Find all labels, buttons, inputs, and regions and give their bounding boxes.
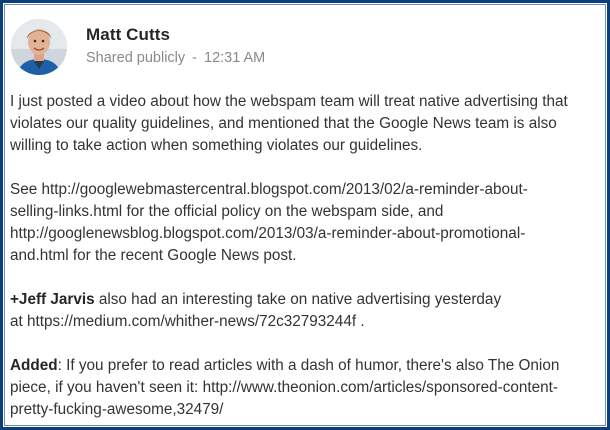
text-fragment: : If you prefer to read articles with a …: [57, 357, 560, 374]
user-mention[interactable]: +Jeff Jarvis: [10, 291, 95, 308]
profile-photo-icon: [11, 19, 67, 75]
paragraph-line: See http://googlewebmastercentral.blogsp…: [10, 179, 605, 201]
text-fragment: for the official policy on the webspam s…: [122, 203, 444, 220]
paragraph-line: piece, if you haven't seen it: http://ww…: [10, 377, 605, 399]
post-header: Matt Cutts Shared publicly -12:31 AM: [11, 15, 591, 79]
paragraph-line: +Jeff Jarvis also had an interesting tak…: [10, 289, 605, 311]
avatar[interactable]: [11, 19, 67, 75]
onion-link-cont[interactable]: pretty-fucking-awesome,32479/: [10, 401, 223, 418]
paragraph-line: at https://medium.com/whither-news/72c32…: [10, 311, 605, 333]
webmaster-blog-link[interactable]: http://googlewebmastercentral.blogspot.c…: [41, 181, 527, 198]
text-fragment: at: [10, 313, 28, 330]
paragraph-line: I just posted a video about how the webs…: [10, 93, 568, 110]
paragraph-line: Added: If you prefer to read articles wi…: [10, 355, 605, 377]
news-blog-link-cont[interactable]: and.html: [10, 247, 69, 264]
text-fragment: for the recent Google News post.: [68, 247, 297, 264]
paragraph-line: violates our quality guidelines, and men…: [10, 115, 557, 132]
added-label: Added: [10, 357, 58, 374]
onion-link[interactable]: http://www.theonion.com/articles/sponsor…: [203, 379, 558, 396]
paragraph-2: See http://googlewebmastercentral.blogsp…: [10, 179, 605, 267]
paragraph-4: Added: If you prefer to read articles wi…: [10, 355, 605, 421]
paragraph-line: pretty-fucking-awesome,32479/: [10, 399, 605, 421]
medium-link[interactable]: https://medium.com/whither-news/72c32793…: [27, 313, 356, 330]
post-body: I just posted a video about how the webs…: [10, 91, 605, 425]
paragraph-line: willing to take action when something vi…: [10, 137, 423, 154]
paragraph-1: I just posted a video about how the webs…: [10, 91, 605, 157]
author-name[interactable]: Matt Cutts: [86, 25, 170, 45]
post-card: Matt Cutts Shared publicly -12:31 AM I ju…: [4, 4, 606, 426]
visibility-label: Shared publicly: [86, 50, 186, 66]
text-fragment: See: [10, 181, 42, 198]
text-fragment: also had an interesting take on native a…: [94, 291, 502, 308]
text-fragment: piece, if you haven't seen it:: [10, 379, 203, 396]
post-meta: Shared publicly -12:31 AM: [86, 50, 265, 66]
webmaster-blog-link-cont[interactable]: selling-links.html: [10, 203, 122, 220]
post-frame: Matt Cutts Shared publicly -12:31 AM I ju…: [0, 0, 610, 430]
paragraph-line: selling-links.html for the official poli…: [10, 201, 605, 223]
meta-separator: -: [192, 50, 197, 66]
paragraph-line: and.html for the recent Google News post…: [10, 245, 605, 267]
text-fragment: .: [356, 313, 365, 330]
paragraph-3: +Jeff Jarvis also had an interesting tak…: [10, 289, 605, 333]
paragraph-line: http://googlenewsblog.blogspot.com/2013/…: [10, 223, 605, 245]
news-blog-link[interactable]: http://googlenewsblog.blogspot.com/2013/…: [10, 225, 525, 242]
post-timestamp[interactable]: 12:31 AM: [204, 50, 265, 66]
